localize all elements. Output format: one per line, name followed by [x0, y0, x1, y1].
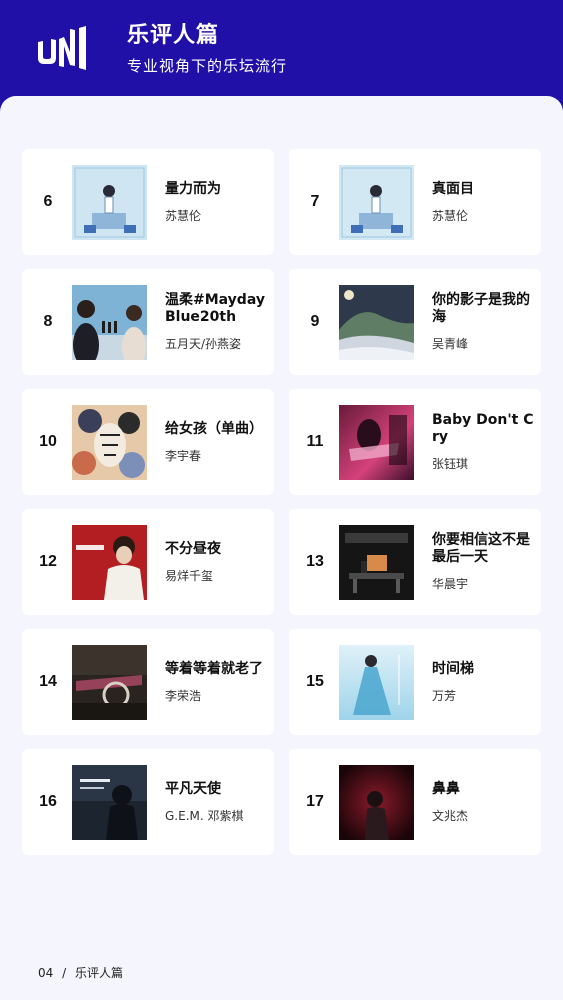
- page-title: 乐评人篇: [127, 23, 220, 48]
- song-title: 温柔#Mayday Blue20th: [165, 292, 265, 325]
- song-card-7[interactable]: 7 真面目 苏慧伦: [289, 149, 541, 255]
- album-cover-image: [72, 645, 147, 720]
- song-artist: 五月天/孙燕姿: [165, 337, 242, 351]
- song-info: 平凡天使 G.E.M. 邓紫棋: [165, 749, 268, 855]
- song-card-8[interactable]: 8 温柔#Mayday Blue20th 五月天/孙燕姿: [22, 269, 274, 375]
- song-info: 鼻鼻 文兆杰: [432, 749, 535, 855]
- song-card-10[interactable]: 10 给女孩（单曲） 李宇春: [22, 389, 274, 495]
- song-info: Baby Don't Cry 张钰琪: [432, 389, 535, 495]
- rank-number: 17: [306, 793, 324, 810]
- album-cover-image: [72, 165, 147, 240]
- song-card-9[interactable]: 9 你的影子是我的海 吴青峰: [289, 269, 541, 375]
- song-info: 量力而为 苏慧伦: [165, 149, 268, 255]
- song-artist: 苏慧伦: [165, 208, 202, 223]
- song-artist: 万芳: [432, 688, 457, 703]
- footer-section-label: 乐评人篇: [74, 966, 123, 980]
- rank-number: 15: [306, 673, 324, 690]
- song-info: 温柔#Mayday Blue20th 五月天/孙燕姿: [165, 269, 268, 375]
- song-title: 鼻鼻: [432, 780, 460, 797]
- album-cover-image: [72, 525, 147, 600]
- rank-number: 6: [43, 193, 53, 210]
- page-footer: 04 / 乐评人篇: [38, 964, 123, 981]
- rank-number: 14: [39, 673, 57, 690]
- rank-number: 7: [310, 193, 320, 210]
- rank-number: 16: [39, 793, 57, 810]
- album-cover-image: [339, 405, 414, 480]
- song-info: 时间梯 万芳: [432, 629, 535, 735]
- page-number: 04: [38, 966, 54, 980]
- song-info: 你的影子是我的海 吴青峰: [432, 269, 535, 375]
- song-info: 给女孩（单曲） 李宇春: [165, 389, 268, 495]
- album-cover-image: [339, 645, 414, 720]
- song-info: 等着等着就老了 李荣浩: [165, 629, 268, 735]
- song-title: 你的影子是我的海: [432, 292, 530, 325]
- song-title: 给女孩（单曲）: [165, 420, 263, 437]
- rank-number: 13: [306, 553, 324, 570]
- song-title: 量力而为: [165, 180, 221, 197]
- rank-number: 11: [306, 433, 324, 450]
- song-info: 你要相信这不是最后一天 华晨宇: [432, 509, 535, 615]
- song-info: 真面目 苏慧伦: [432, 149, 535, 255]
- song-artist: 苏慧伦: [432, 208, 469, 223]
- album-cover-image: [339, 765, 414, 840]
- album-cover-image: [339, 285, 414, 360]
- song-card-13[interactable]: 13 你要相信这不是最后一天 华晨宇: [289, 509, 541, 615]
- rank-number: 9: [310, 313, 320, 330]
- song-title: 真面目: [432, 180, 474, 197]
- song-artist: 吴青峰: [432, 337, 469, 351]
- footer-separator: /: [62, 966, 67, 980]
- album-cover-image: [72, 765, 147, 840]
- song-artist: 张钰琪: [432, 457, 469, 471]
- album-cover-image: [72, 285, 147, 360]
- uni-logo-icon: [36, 20, 90, 72]
- song-card-6[interactable]: 6 量力而为 苏慧伦: [22, 149, 274, 255]
- song-title: 时间梯: [432, 660, 474, 677]
- song-info: 不分昼夜 易烊千玺: [165, 509, 268, 615]
- rank-number: 10: [39, 433, 57, 450]
- song-artist: G.E.M. 邓紫棋: [165, 808, 244, 823]
- album-cover-image: [339, 165, 414, 240]
- song-artist: 易烊千玺: [165, 568, 214, 583]
- song-artist: 文兆杰: [432, 808, 469, 823]
- album-cover-image: [339, 525, 414, 600]
- song-artist: 李宇春: [165, 448, 202, 463]
- song-card-17[interactable]: 17 鼻鼻 文兆杰: [289, 749, 541, 855]
- song-card-11[interactable]: 11 Baby Don't Cry 张钰琪: [289, 389, 541, 495]
- page-subtitle: 专业视角下的乐坛流行: [127, 57, 288, 75]
- rank-number: 8: [43, 313, 53, 330]
- song-card-14[interactable]: 14 等着等着就老了 李荣浩: [22, 629, 274, 735]
- song-card-15[interactable]: 15 时间梯 万芳: [289, 629, 541, 735]
- album-cover-image: [72, 405, 147, 480]
- song-artist: 华晨宇: [432, 577, 469, 591]
- song-card-16[interactable]: 16 平凡天使 G.E.M. 邓紫棋: [22, 749, 274, 855]
- song-artist: 李荣浩: [165, 688, 202, 703]
- rank-number: 12: [39, 553, 57, 570]
- song-title: Baby Don't Cry: [432, 412, 534, 445]
- song-title: 不分昼夜: [165, 540, 221, 557]
- song-card-12[interactable]: 12 不分昼夜 易烊千玺: [22, 509, 274, 615]
- song-title: 你要相信这不是最后一天: [432, 532, 530, 565]
- song-title: 平凡天使: [165, 780, 221, 797]
- song-title: 等着等着就老了: [165, 660, 263, 677]
